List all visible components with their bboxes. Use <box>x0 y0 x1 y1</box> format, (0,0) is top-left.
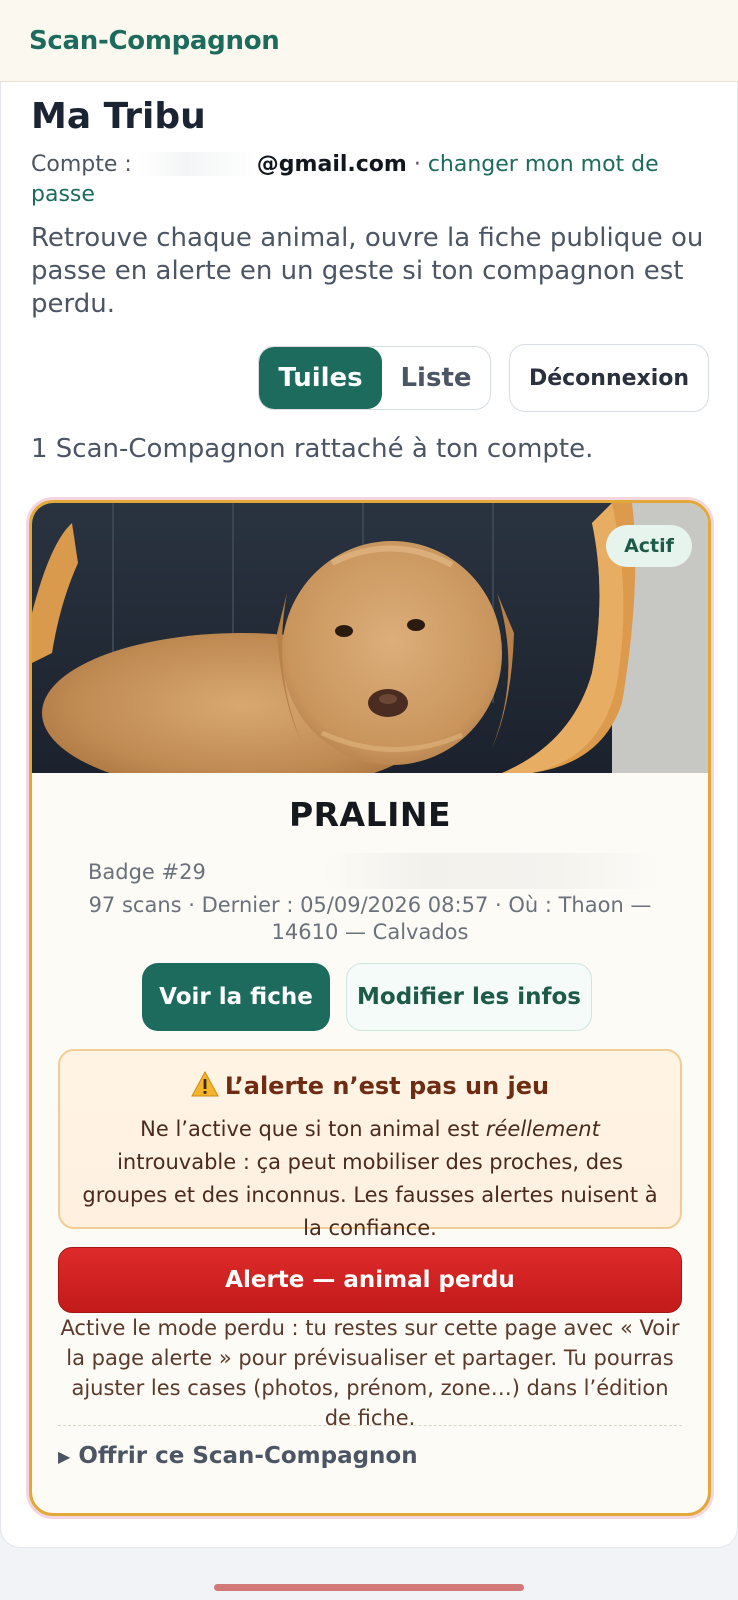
account-email: @gmail.com <box>256 152 407 177</box>
divider <box>58 1425 682 1426</box>
home-indicator[interactable] <box>214 1584 524 1591</box>
toggle-tiles[interactable]: Tuiles <box>259 347 382 409</box>
intro-text: Retrouve chaque animal, ouvre la fiche p… <box>31 223 704 319</box>
account-separator: · <box>406 152 428 177</box>
warning-title: L’alerte n’est pas un jeu <box>60 1070 680 1103</box>
pet-card: Actif PRALINE Badge #29 97 scans · Derni… <box>29 500 711 1516</box>
top-bar: Scan-Compagnon <box>0 0 738 82</box>
pet-photo[interactable]: Actif <box>32 503 708 773</box>
toggle-list[interactable]: Liste <box>382 347 490 409</box>
warning-text: Ne l’active que si ton animal est réelle… <box>80 1113 660 1245</box>
logout-button[interactable]: Déconnexion <box>509 344 709 412</box>
redacted-info <box>322 853 662 889</box>
redacted-email-part <box>138 152 257 176</box>
warning-text-part1: Ne l’active que si ton animal est <box>140 1117 486 1141</box>
pet-count: 1 Scan-Compagnon rattaché à ton compte. <box>31 434 594 464</box>
warning-title-text: L’alerte n’est pas un jeu <box>224 1072 550 1100</box>
pet-name: PRALINE <box>288 795 452 834</box>
alert-help-text: Active le mode perdu : tu restes sur cet… <box>60 1316 680 1430</box>
gift-label: Offrir ce Scan-Compagnon <box>78 1443 418 1469</box>
brand-logo[interactable]: Scan-Compagnon <box>29 26 280 56</box>
warning-text-part2: introuvable : ça peut mobiliser des proc… <box>82 1150 658 1240</box>
page-title: Ma Tribu <box>31 96 206 137</box>
view-profile-button[interactable]: Voir la fiche <box>142 963 330 1031</box>
view-toggle: Tuiles Liste <box>258 346 491 410</box>
status-badge: Actif <box>606 525 692 567</box>
account-prefix: Compte : <box>31 152 132 177</box>
lost-alert-button[interactable]: Alerte — animal perdu <box>58 1247 682 1313</box>
gift-toggle[interactable]: ▶ Offrir ce Scan-Compagnon <box>58 1443 418 1469</box>
scan-summary: 97 scans · Dernier : 05/09/2026 08:57 · … <box>88 893 652 944</box>
alert-warning-box: L’alerte n’est pas un jeu Ne l’active qu… <box>58 1049 682 1240</box>
account-line: Compte : @gmail.com · changer mon mot de… <box>31 150 711 210</box>
warning-text-emphasis: réellement <box>485 1117 600 1141</box>
warning-triangle-icon <box>191 1070 219 1103</box>
main-panel: Ma Tribu Compte : @gmail.com · changer m… <box>0 82 738 1548</box>
badge-number: Badge #29 <box>88 860 206 884</box>
edit-info-button[interactable]: Modifier les infos <box>346 963 592 1031</box>
caret-right-icon: ▶ <box>58 1446 71 1466</box>
